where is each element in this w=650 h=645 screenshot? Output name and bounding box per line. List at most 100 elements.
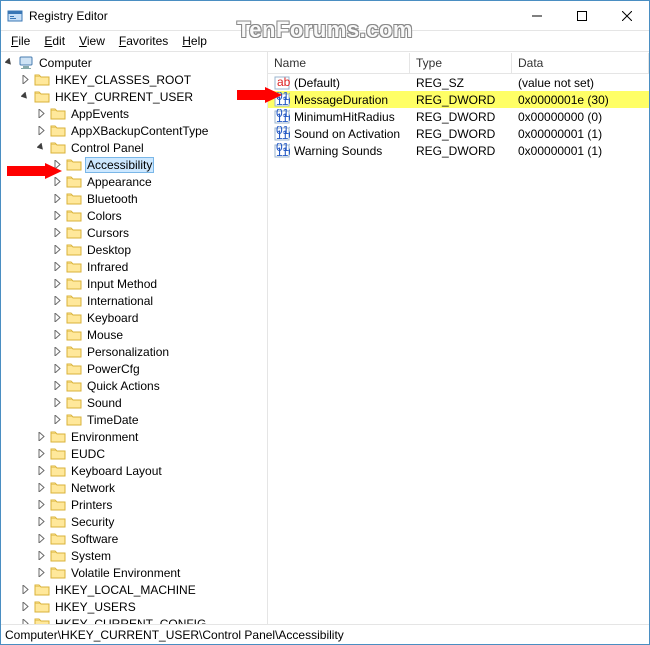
expander-icon[interactable] — [35, 532, 48, 545]
maximize-button[interactable] — [559, 1, 604, 30]
expander-icon[interactable] — [35, 141, 48, 154]
values-pane[interactable]: Name Type Data ab(Default) REG_SZ (value… — [268, 52, 649, 624]
column-header-name[interactable]: Name — [268, 53, 410, 73]
tree-node[interactable]: Keyboard — [1, 309, 267, 326]
tree-node[interactable]: Cursors — [1, 224, 267, 241]
tree-node[interactable]: Software — [1, 530, 267, 547]
expander-icon[interactable] — [19, 73, 32, 86]
expander-icon[interactable] — [35, 549, 48, 562]
tree-pane[interactable]: Computer HKEY_CLASSES_ROOT HKEY_CURRENT_… — [1, 52, 268, 624]
tree-node[interactable]: Printers — [1, 496, 267, 513]
folder-icon — [34, 72, 50, 88]
expander-icon[interactable] — [51, 243, 64, 256]
expander-icon[interactable] — [51, 260, 64, 273]
expander-icon[interactable] — [35, 124, 48, 137]
folder-icon — [66, 157, 82, 173]
expander-icon[interactable] — [35, 464, 48, 477]
tree-node[interactable]: Control Panel — [1, 139, 267, 156]
tree-node[interactable]: Computer — [1, 54, 267, 71]
menu-help[interactable]: Help — [176, 32, 213, 50]
tree-node[interactable]: HKEY_CURRENT_CONFIG — [1, 615, 267, 624]
tree-node[interactable]: Security — [1, 513, 267, 530]
expander-icon[interactable] — [51, 379, 64, 392]
value-row[interactable]: 011110Sound on Activation REG_DWORD 0x00… — [268, 125, 649, 142]
menubar: File Edit View Favorites Help — [1, 31, 649, 51]
tree-node[interactable]: Appearance — [1, 173, 267, 190]
expander-icon[interactable] — [51, 209, 64, 222]
expander-icon[interactable] — [19, 583, 32, 596]
folder-icon — [50, 548, 66, 564]
tree-node[interactable]: Quick Actions — [1, 377, 267, 394]
expander-icon[interactable] — [51, 413, 64, 426]
tree-node[interactable]: Keyboard Layout — [1, 462, 267, 479]
expander-icon[interactable] — [51, 192, 64, 205]
tree-node[interactable]: Accessibility — [1, 156, 267, 173]
expander-icon[interactable] — [19, 617, 32, 624]
expander-icon[interactable] — [51, 175, 64, 188]
value-data: 0x00000001 (1) — [512, 144, 649, 158]
window-title: Registry Editor — [29, 9, 514, 23]
menu-view[interactable]: View — [73, 32, 111, 50]
expander-icon[interactable] — [35, 107, 48, 120]
minimize-button[interactable] — [514, 1, 559, 30]
tree-node[interactable]: TimeDate — [1, 411, 267, 428]
value-row[interactable]: 011110Warning Sounds REG_DWORD 0x0000000… — [268, 142, 649, 159]
tree-node[interactable]: Sound — [1, 394, 267, 411]
expander-icon[interactable] — [35, 481, 48, 494]
expander-icon[interactable] — [35, 515, 48, 528]
expander-icon[interactable] — [51, 226, 64, 239]
tree-node[interactable]: HKEY_LOCAL_MACHINE — [1, 581, 267, 598]
expander-icon[interactable] — [51, 158, 64, 171]
tree-node[interactable]: System — [1, 547, 267, 564]
tree-node-label: International — [85, 294, 155, 308]
menu-favorites[interactable]: Favorites — [113, 32, 174, 50]
tree-node[interactable]: HKEY_CLASSES_ROOT — [1, 71, 267, 88]
value-row[interactable]: 011110MinimumHitRadius REG_DWORD 0x00000… — [268, 108, 649, 125]
expander-icon[interactable] — [3, 56, 16, 69]
tree-node-label: Keyboard Layout — [69, 464, 164, 478]
expander-icon[interactable] — [35, 498, 48, 511]
expander-icon[interactable] — [51, 328, 64, 341]
tree-node[interactable]: Infrared — [1, 258, 267, 275]
folder-icon — [50, 463, 66, 479]
expander-icon[interactable] — [51, 362, 64, 375]
tree-node[interactable]: Personalization — [1, 343, 267, 360]
expander-icon[interactable] — [51, 396, 64, 409]
expander-icon[interactable] — [19, 600, 32, 613]
expander-icon[interactable] — [51, 311, 64, 324]
tree-node[interactable]: PowerCfg — [1, 360, 267, 377]
tree-node[interactable]: HKEY_CURRENT_USER — [1, 88, 267, 105]
column-header-data[interactable]: Data — [512, 53, 649, 73]
column-header-type[interactable]: Type — [410, 53, 512, 73]
tree-node[interactable]: Network — [1, 479, 267, 496]
tree-node[interactable]: HKEY_USERS — [1, 598, 267, 615]
tree-node[interactable]: Input Method — [1, 275, 267, 292]
value-data: 0x00000001 (1) — [512, 127, 649, 141]
tree-node[interactable]: Bluetooth — [1, 190, 267, 207]
svg-text:ab: ab — [277, 75, 290, 89]
value-row[interactable]: ab(Default) REG_SZ (value not set) — [268, 74, 649, 91]
value-row[interactable]: 011110MessageDuration REG_DWORD 0x000000… — [268, 91, 649, 108]
svg-text:110: 110 — [276, 94, 290, 108]
tree-node[interactable]: Environment — [1, 428, 267, 445]
tree-node[interactable]: International — [1, 292, 267, 309]
tree-node[interactable]: Desktop — [1, 241, 267, 258]
expander-icon[interactable] — [51, 277, 64, 290]
tree-node[interactable]: AppEvents — [1, 105, 267, 122]
menu-file[interactable]: File — [5, 32, 36, 50]
close-button[interactable] — [604, 1, 649, 30]
expander-icon[interactable] — [35, 447, 48, 460]
expander-icon[interactable] — [51, 345, 64, 358]
menu-edit[interactable]: Edit — [38, 32, 71, 50]
tree-node[interactable]: Colors — [1, 207, 267, 224]
folder-icon — [34, 89, 50, 105]
folder-icon — [50, 480, 66, 496]
tree-node[interactable]: EUDC — [1, 445, 267, 462]
tree-node[interactable]: Mouse — [1, 326, 267, 343]
expander-icon[interactable] — [51, 294, 64, 307]
expander-icon[interactable] — [35, 566, 48, 579]
expander-icon[interactable] — [19, 90, 32, 103]
tree-node[interactable]: Volatile Environment — [1, 564, 267, 581]
tree-node[interactable]: AppXBackupContentType — [1, 122, 267, 139]
expander-icon[interactable] — [35, 430, 48, 443]
